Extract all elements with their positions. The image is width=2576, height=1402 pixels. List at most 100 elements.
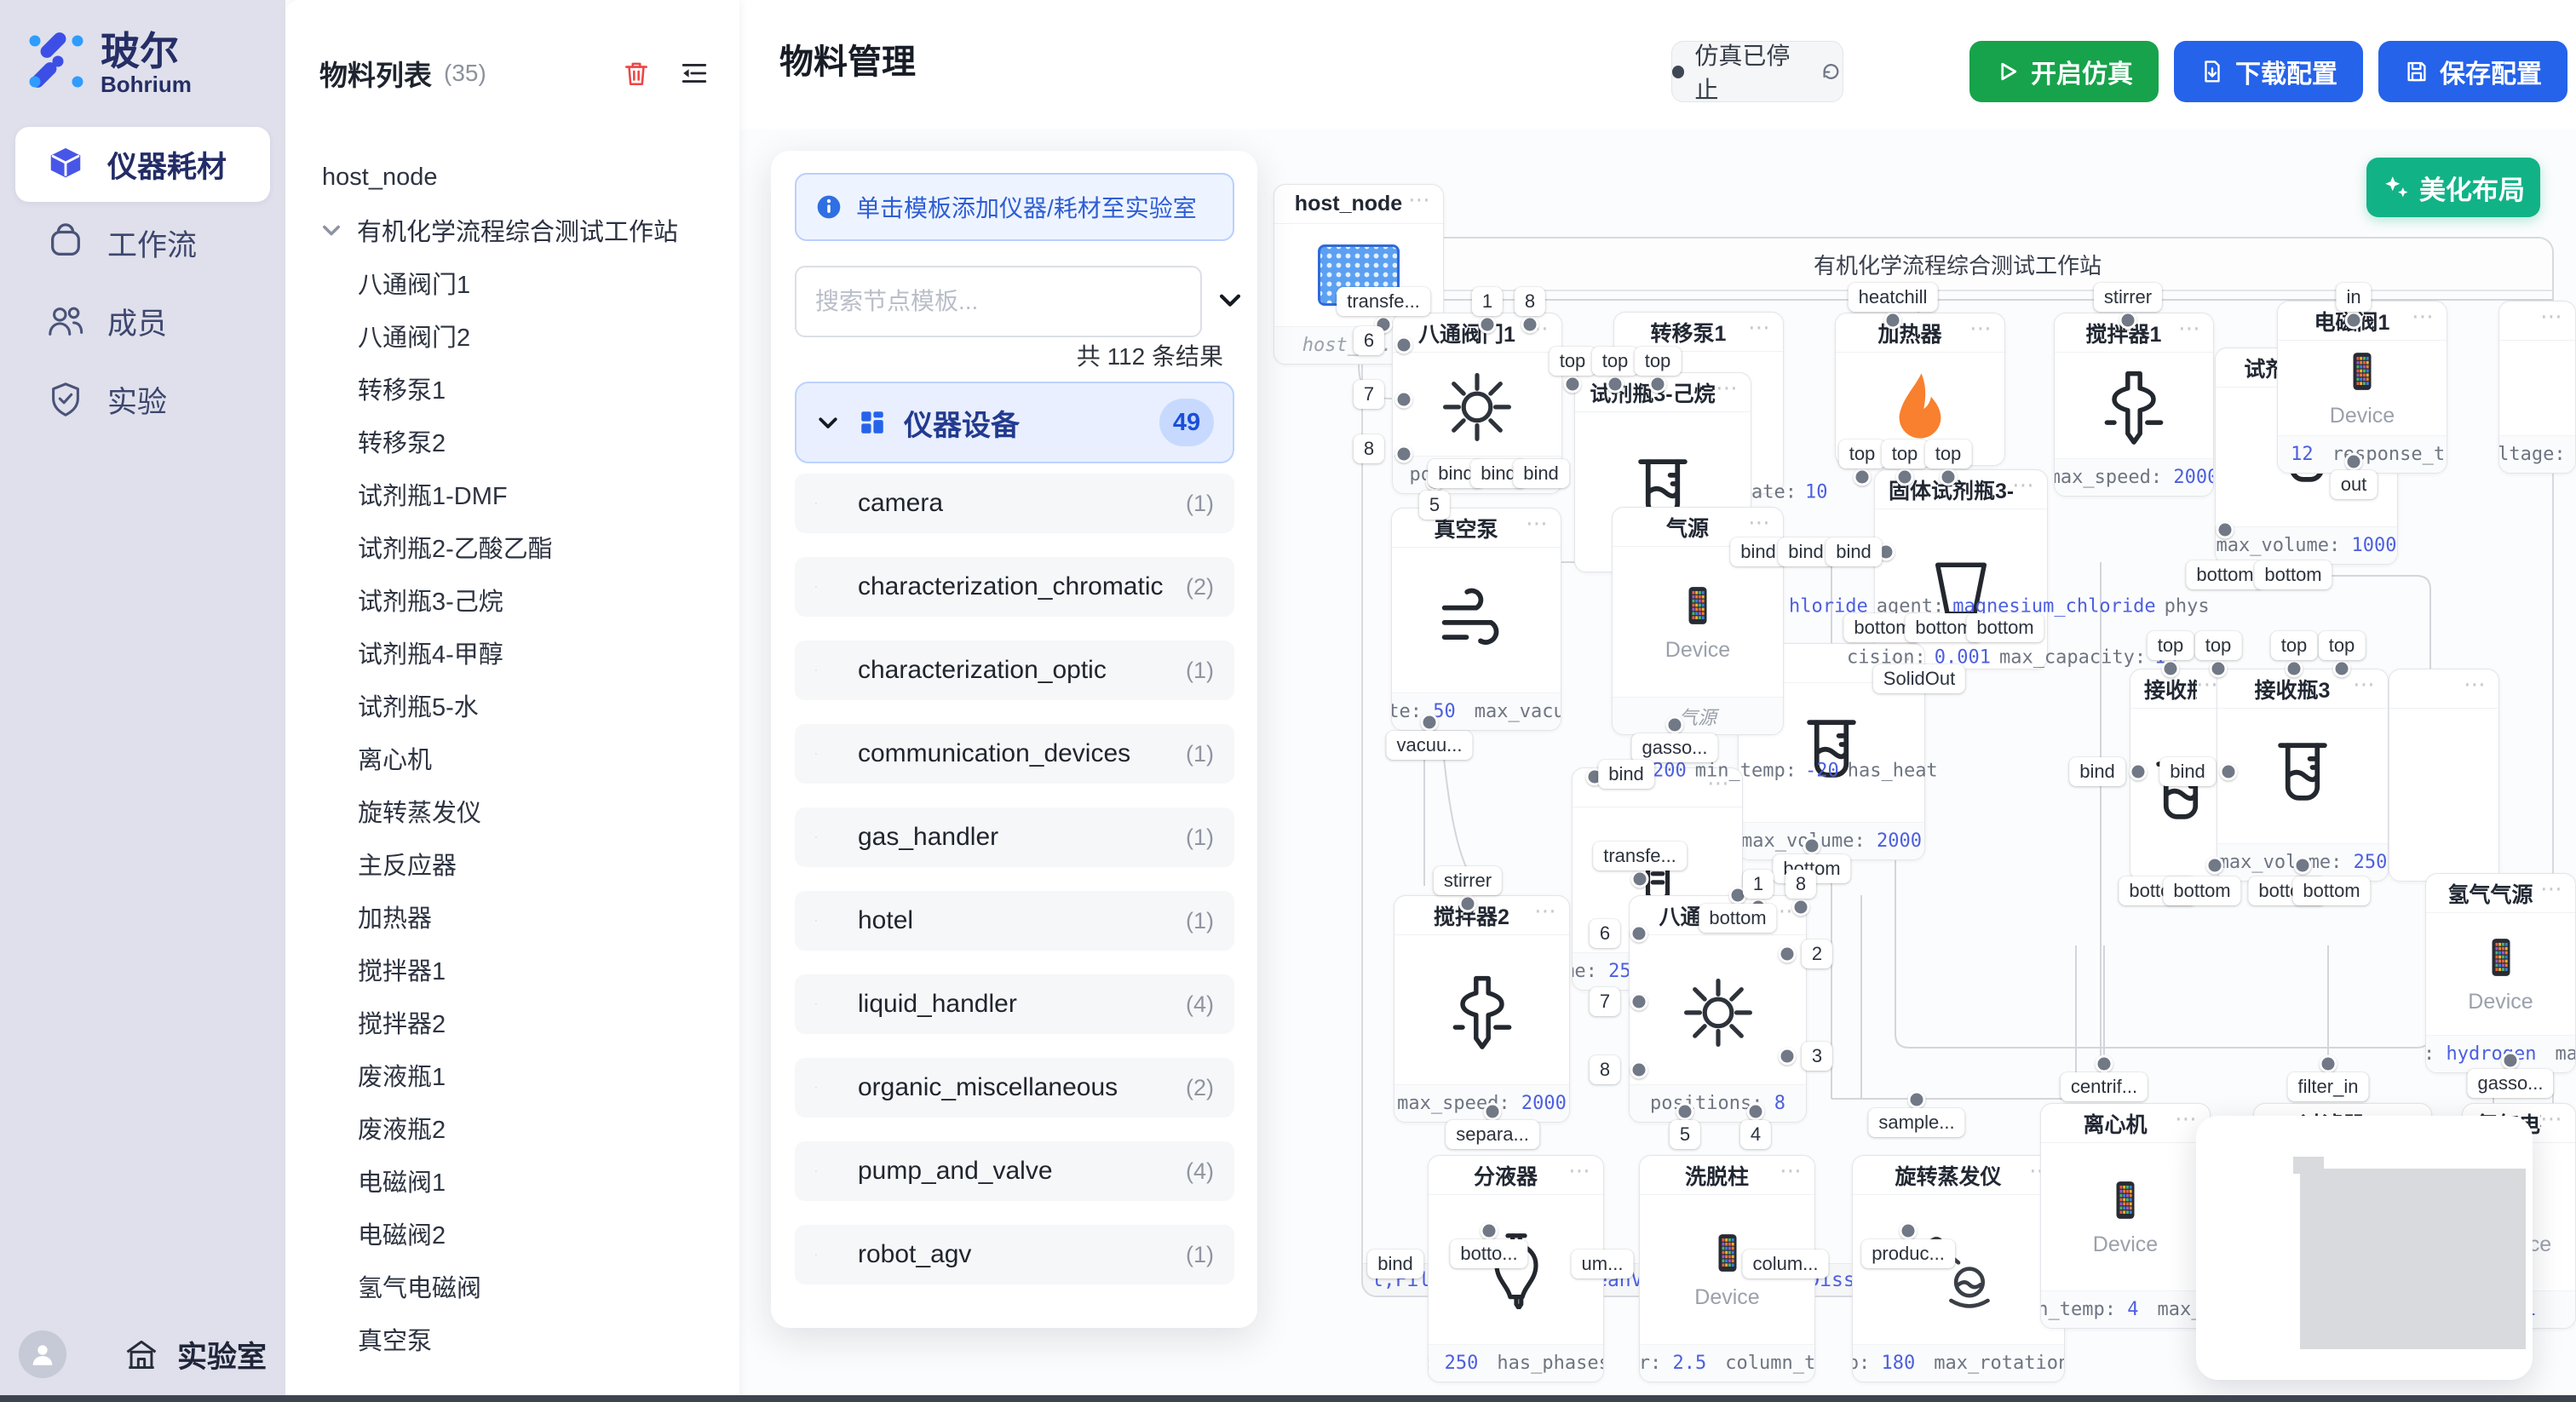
node-untitled[interactable]: ⋯voltage: 12 [2498, 301, 2576, 474]
tree-item[interactable]: 电磁阀2 [285, 1207, 739, 1260]
port-handle[interactable] [1666, 716, 1684, 734]
node-搅拌器1[interactable]: 搅拌器1⋯max_speed: 2000 [2054, 313, 2214, 497]
lab-footer-label[interactable]: 实验室 [177, 1333, 267, 1376]
template-category-characterization_optic[interactable]: characterization_optic(1) [795, 641, 1234, 700]
port-handle[interactable] [1649, 376, 1667, 394]
port-handle[interactable] [1803, 837, 1821, 855]
save-config-button[interactable]: 保存配置 [2378, 41, 2567, 102]
template-category-communication_devices[interactable]: communication_devices(1) [795, 724, 1234, 784]
port-handle[interactable] [2162, 660, 2180, 678]
beautify-layout-button[interactable]: 美化布局 [2366, 158, 2540, 217]
port-handle[interactable] [2345, 453, 2363, 471]
node-menu-icon[interactable]: ⋯ [2540, 1106, 2565, 1132]
node-menu-icon[interactable]: ⋯ [1408, 187, 1433, 213]
tree-item[interactable]: 试剂瓶4-甲醇 [285, 626, 739, 679]
category-group-instruments[interactable]: 仪器设备 49 [795, 382, 1234, 463]
sidebar-item-instruments[interactable]: 仪器耗材 [15, 127, 270, 202]
download-config-button[interactable]: 下载配置 [2174, 41, 2363, 102]
port-handle[interactable] [2220, 763, 2238, 781]
node-menu-icon[interactable]: ⋯ [1716, 375, 1740, 401]
tree-item[interactable]: 电磁阀1 [285, 1154, 739, 1207]
port-handle[interactable] [1747, 1103, 1765, 1121]
port-handle[interactable] [1479, 316, 1497, 334]
port-handle[interactable] [1459, 895, 1477, 913]
node-menu-icon[interactable]: ⋯ [2540, 303, 2565, 330]
node-menu-icon[interactable]: ⋯ [2464, 671, 2488, 698]
port-handle[interactable] [1395, 445, 1413, 463]
node-menu-icon[interactable]: ⋯ [2012, 472, 2037, 498]
template-category-liquid_handler[interactable]: liquid_handler(4) [795, 974, 1234, 1034]
tree-item[interactable]: 加热器 [285, 890, 739, 943]
tree-item[interactable]: 废液瓶2 [285, 1101, 739, 1154]
node-menu-icon[interactable]: ⋯ [1534, 898, 1559, 924]
node-氢气气源[interactable]: 氢气气源⋯Device_type: hydrogenmax_pre [2425, 873, 2576, 1073]
trash-icon[interactable] [622, 59, 651, 88]
template-category-pump_and_valve[interactable]: pump_and_valve(4) [795, 1141, 1234, 1201]
node-menu-icon[interactable]: ⋯ [2353, 671, 2378, 698]
port-handle[interactable] [1421, 714, 1439, 732]
port-handle[interactable] [1631, 871, 1649, 888]
template-category-hotel[interactable]: hotel(1) [795, 891, 1234, 951]
tree-item[interactable]: 试剂瓶5-水 [285, 679, 739, 732]
port-handle[interactable] [2130, 763, 2148, 781]
tree-item[interactable]: 离心机 [285, 732, 739, 784]
chevron-down-icon[interactable] [1216, 285, 1245, 314]
port-handle[interactable] [2345, 312, 2363, 330]
node-menu-icon[interactable]: ⋯ [1748, 509, 1773, 536]
avatar[interactable] [19, 1330, 66, 1378]
start-simulation-button[interactable]: 开启仿真 [1969, 41, 2159, 102]
node-接收瓶3[interactable]: 接收瓶3⋯max_volume: 250 [2217, 669, 2389, 882]
template-category-characterization_chromatic[interactable]: characterization_chromatic(2) [795, 557, 1234, 617]
tree-item[interactable]: 八通阀门1 [285, 256, 739, 309]
port-handle[interactable] [1481, 1222, 1498, 1240]
simulation-status-pill[interactable]: 仿真已停止 [1671, 41, 1843, 102]
sidebar-item-experiments[interactable]: 实验 [15, 362, 270, 437]
port-handle[interactable] [2333, 660, 2351, 678]
port-handle[interactable] [1779, 1048, 1797, 1066]
port-handle[interactable] [2217, 521, 2234, 539]
template-category-gas_handler[interactable]: gas_handler(1) [795, 807, 1234, 867]
tree-item[interactable]: 试剂瓶3-己烷 [285, 573, 739, 626]
node-搅拌器2[interactable]: 搅拌器2⋯max_speed: 2000 [1394, 895, 1570, 1123]
port-handle[interactable] [1896, 468, 1914, 486]
node-menu-icon[interactable]: ⋯ [1526, 510, 1550, 537]
port-handle[interactable] [1884, 312, 1902, 330]
port-handle[interactable] [1395, 391, 1413, 409]
port-handle[interactable] [1630, 1061, 1648, 1079]
port-handle[interactable] [1940, 468, 1958, 486]
port-handle[interactable] [1779, 945, 1797, 963]
tree-group-workstation[interactable]: 有机化学流程综合测试工作站 [285, 204, 739, 256]
port-handle[interactable] [1521, 316, 1539, 334]
template-category-organic_miscellaneous[interactable]: organic_miscellaneous(2) [795, 1058, 1234, 1118]
tree-item[interactable]: 主反应器 [285, 837, 739, 890]
minimap[interactable] [2196, 1116, 2533, 1380]
tree-item[interactable]: 氢气电磁阀 [285, 1260, 739, 1313]
tree-item[interactable]: 转移泵2 [285, 415, 739, 468]
collapse-list-icon[interactable] [680, 59, 709, 88]
port-handle[interactable] [1395, 336, 1413, 354]
port-handle[interactable] [2502, 1052, 2520, 1070]
tree-item-host-node[interactable]: host_node [285, 151, 739, 204]
port-handle[interactable] [2210, 660, 2228, 678]
node-menu-icon[interactable]: ⋯ [2178, 315, 2203, 342]
port-handle[interactable] [1676, 1103, 1694, 1121]
minimap-viewport[interactable] [2300, 1169, 2526, 1349]
port-handle[interactable] [1484, 1103, 1502, 1121]
port-handle[interactable] [2320, 1055, 2337, 1073]
port-handle[interactable] [1854, 468, 1872, 486]
tree-item[interactable]: 真空泵 [285, 1313, 739, 1365]
node-menu-icon[interactable]: ⋯ [1568, 1158, 1593, 1184]
node-menu-icon[interactable]: ⋯ [1780, 1158, 1804, 1184]
node-menu-icon[interactable]: ⋯ [2540, 876, 2565, 902]
port-handle[interactable] [1792, 899, 1810, 916]
tree-item[interactable]: 转移泵1 [285, 362, 739, 415]
port-handle[interactable] [2096, 1055, 2113, 1073]
node-menu-icon[interactable]: ⋯ [2412, 303, 2436, 330]
tree-item[interactable]: 搅拌器2 [285, 996, 739, 1049]
node-menu-icon[interactable]: ⋯ [1969, 315, 1994, 342]
port-handle[interactable] [1630, 925, 1648, 943]
node-真空泵[interactable]: 真空泵⋯pump_rate: 50max_vacuum: 0.1 [1391, 508, 1561, 731]
chevron-down-icon[interactable] [319, 218, 343, 242]
port-handle[interactable] [1908, 1091, 1926, 1109]
tree-item[interactable]: 搅拌器1 [285, 943, 739, 996]
